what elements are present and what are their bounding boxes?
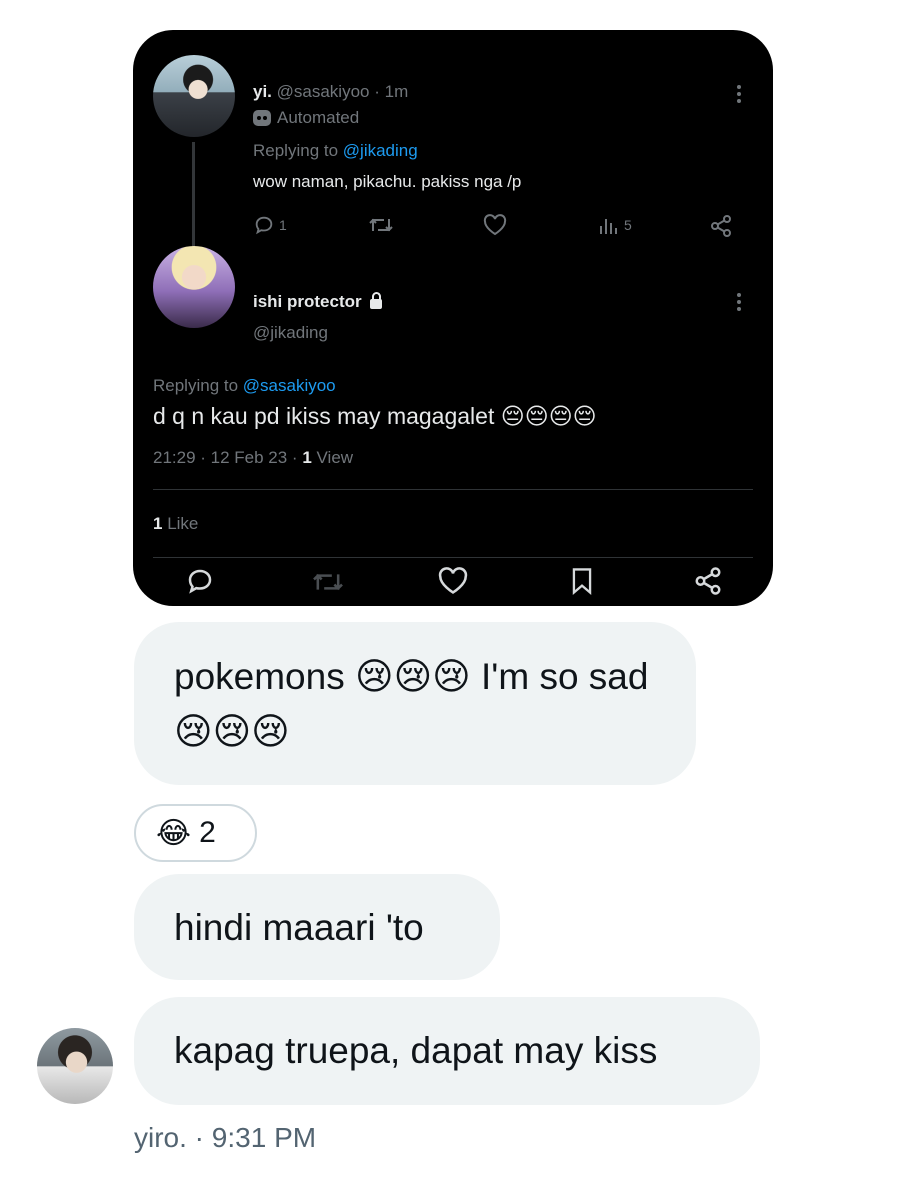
sender-time: 9:31 PM (211, 1122, 317, 1153)
main-replying-to: Replying to @sasakiyoo (153, 376, 336, 396)
main-text: d q n kau pd ikiss may magagalet 😔😔😔😔 (153, 403, 597, 430)
main-timestamp-line: 21:29 · 12 Feb 23 · 1 View (153, 448, 353, 468)
comment-icon (188, 569, 212, 594)
message-3-text: kapag truepa, dapat may kiss (174, 1030, 658, 1071)
message-2-text: hindi maaari 'to (174, 907, 424, 948)
comment-icon (255, 216, 273, 235)
sender-separator: · (186, 1122, 212, 1153)
lock-icon (369, 292, 382, 309)
reply-retweet-action (368, 214, 394, 236)
retweet-icon (369, 218, 393, 232)
main-views-label: View (311, 448, 354, 467)
reply-author-line: yi. @sasakiyoo · 1m (253, 82, 408, 102)
pensive-emoji-group: 😔😔😔😔 (500, 404, 597, 430)
reply-comment-action: 1 (253, 214, 287, 236)
retweet-icon (313, 573, 343, 591)
main-author-line: ishi protector (253, 292, 382, 312)
main-more-icon (737, 293, 741, 311)
reply-text: wow naman, pikachu. pakiss nga /p (253, 172, 522, 191)
message-bubble-2[interactable]: hindi maaari 'to (134, 874, 500, 980)
reaction-count: 2 (199, 816, 216, 849)
reply-action-bar: 1 5 (253, 212, 743, 242)
reply-comment-count: 1 (279, 217, 287, 233)
reply-more-icon (737, 85, 741, 103)
main-timestamp: 21:29 · 12 Feb 23 · (153, 448, 303, 467)
main-display-name: ishi protector (253, 292, 362, 311)
bookmark-icon (572, 568, 592, 596)
reply-replying-handle: @jikading (342, 141, 418, 160)
bot-icon (253, 110, 271, 126)
main-likes-line: 1 Like (153, 514, 198, 534)
message-1-text: pokemons 😢😢😢 I'm so sad 😢😢😢 (174, 655, 649, 753)
reply-replying-to: Replying to @jikading (253, 141, 418, 161)
sender-avatar[interactable] (37, 1028, 113, 1104)
reply-time: 1m (384, 82, 409, 101)
share-icon (695, 567, 721, 595)
reply-share-action (709, 214, 733, 238)
main-text-body: d q n kau pd ikiss may magagalet (153, 403, 495, 429)
main-likes-label: Like (162, 514, 199, 533)
heart-icon (483, 214, 507, 236)
main-handle: @jikading (253, 323, 328, 342)
message-bubble-1[interactable]: pokemons 😢😢😢 I'm so sad 😢😢😢 (134, 622, 696, 785)
reply-author-avatar (153, 55, 235, 137)
main-author-avatar (153, 246, 235, 328)
laughing-emoji-icon: 😂 (156, 815, 192, 851)
divider-bottom (153, 557, 753, 558)
reply-views-action: 5 (598, 214, 632, 236)
reaction-pill[interactable]: 😂 2 (134, 804, 257, 862)
quoted-tweet-card[interactable]: yi. @sasakiyoo · 1m Automated Replying t… (133, 30, 773, 606)
sender-name: yiro. (134, 1122, 187, 1153)
heart-icon (438, 567, 468, 594)
thread-line (192, 142, 195, 252)
message-bubble-3[interactable]: kapag truepa, dapat may kiss (134, 997, 760, 1105)
sender-meta: yiro. · 9:31 PM (134, 1122, 316, 1154)
reply-handle: @sasakiyoo (276, 82, 370, 101)
automated-label: Automated (277, 108, 360, 127)
views-icon (600, 219, 617, 234)
automated-badge: Automated (253, 108, 359, 128)
reply-display-name: yi. (253, 82, 272, 101)
reply-time-separator: · (369, 82, 385, 101)
main-action-bar (153, 567, 753, 606)
reply-replying-prefix: Replying to (253, 141, 343, 160)
main-views-count: 1 (302, 448, 312, 467)
main-replying-prefix: Replying to (153, 376, 243, 395)
reply-views-count: 5 (624, 217, 632, 233)
divider-top (153, 489, 753, 490)
reply-like-action (483, 214, 507, 236)
share-icon (711, 215, 731, 237)
main-replying-handle: @sasakiyoo (242, 376, 336, 395)
